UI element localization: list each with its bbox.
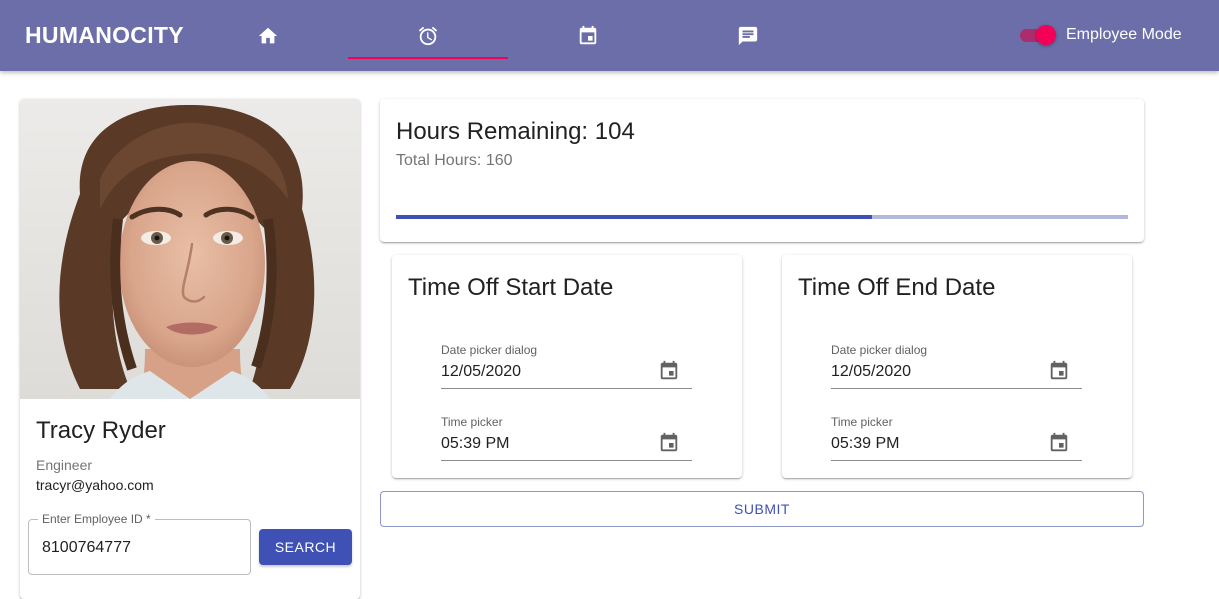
hours-card: Hours Remaining: 104 Total Hours: 160 <box>380 99 1144 242</box>
hours-progress-bar <box>396 215 1128 219</box>
brand-logo[interactable]: HUMANOCITY <box>25 22 184 49</box>
calendar-icon[interactable] <box>1048 432 1070 454</box>
tab-calendar[interactable] <box>508 0 668 71</box>
message-icon <box>738 26 758 45</box>
end-date-value[interactable]: 12/05/2020 <box>831 363 911 381</box>
end-date-card: Time Off End Date Date picker dialog 12/… <box>782 255 1132 478</box>
search-button[interactable]: SEARCH <box>259 529 352 565</box>
start-date-picker[interactable]: Date picker dialog 12/05/2020 <box>441 343 692 389</box>
end-time-value[interactable]: 05:39 PM <box>831 435 899 453</box>
app-bar: HUMANOCITY Employee Mode <box>0 0 1219 71</box>
end-date-picker[interactable]: Date picker dialog 12/05/2020 <box>831 343 1082 389</box>
start-date-label: Date picker dialog <box>441 343 538 357</box>
calendar-icon[interactable] <box>658 432 680 454</box>
start-date-title: Time Off Start Date <box>408 274 614 301</box>
employee-name: Tracy Ryder <box>36 417 166 444</box>
alarm-clock-icon <box>418 26 438 45</box>
tab-home[interactable] <box>188 0 348 71</box>
start-date-value[interactable]: 12/05/2020 <box>441 363 521 381</box>
employee-role: Engineer <box>36 457 93 473</box>
end-time-picker[interactable]: Time picker 05:39 PM <box>831 415 1082 461</box>
total-hours-text: Total Hours: 160 <box>396 152 513 169</box>
employee-photo <box>20 99 360 399</box>
home-icon <box>258 27 278 43</box>
calendar-icon[interactable] <box>658 360 680 382</box>
calendar-icon[interactable] <box>1048 360 1070 382</box>
hours-progress-fill <box>396 215 872 219</box>
end-time-label: Time picker <box>831 415 893 429</box>
toggle-thumb <box>1036 25 1056 45</box>
start-time-label: Time picker <box>441 415 503 429</box>
employee-id-value[interactable]: 8100764777 <box>42 539 131 557</box>
start-time-picker[interactable]: Time picker 05:39 PM <box>441 415 692 461</box>
submit-button[interactable]: SUBMIT <box>380 491 1144 527</box>
tab-messages[interactable] <box>668 0 828 71</box>
employee-mode-toggle[interactable] <box>1018 25 1056 45</box>
hours-remaining-title: Hours Remaining: 104 <box>396 118 635 145</box>
employee-id-label: Enter Employee ID * <box>38 512 155 526</box>
tab-time-off[interactable] <box>348 0 508 71</box>
employee-mode-label: Employee Mode <box>1066 26 1182 43</box>
start-date-card: Time Off Start Date Date picker dialog 1… <box>392 255 742 478</box>
employee-id-input[interactable]: Enter Employee ID * 8100764777 <box>28 512 251 575</box>
end-date-label: Date picker dialog <box>831 343 928 357</box>
calendar-icon <box>579 25 597 44</box>
end-date-title: Time Off End Date <box>798 274 996 301</box>
employee-email: tracyr@yahoo.com <box>36 477 154 493</box>
profile-card: Tracy Ryder Engineer tracyr@yahoo.com En… <box>20 99 360 599</box>
start-time-value[interactable]: 05:39 PM <box>441 435 509 453</box>
